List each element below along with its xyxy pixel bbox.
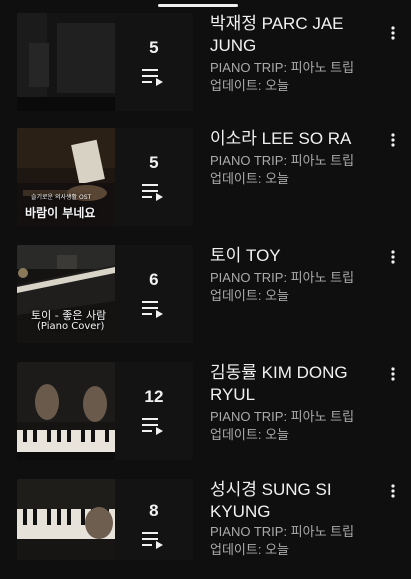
playlist-title[interactable]: 김동률 KIM DONG RYUL — [210, 362, 370, 406]
channel-name[interactable]: PIANO TRIP: 피아노 트립 — [210, 408, 380, 426]
thumbnail-overlay: 12 — [115, 362, 193, 460]
playlist-thumbnail[interactable]: 슬기로운 의사생활 OST 바람이 부네요 5 — [17, 128, 193, 226]
playlist-item[interactable]: 토이 - 좋은 사람 (Piano Cover) 6 토이 TOY PIANO … — [0, 245, 411, 345]
channel-name[interactable]: PIANO TRIP: 피아노 트립 — [210, 59, 380, 77]
video-count: 6 — [149, 270, 159, 289]
playlist-icon — [142, 418, 163, 435]
more-vert-icon — [391, 367, 395, 381]
more-vert-icon — [391, 484, 395, 498]
more-options-button[interactable] — [383, 245, 403, 269]
video-count: 8 — [149, 501, 159, 520]
playlist-item[interactable]: 12 김동률 KIM DONG RYUL PIANO TRIP: 피아노 트립 … — [0, 362, 411, 462]
playlist-title[interactable]: 성시경 SUNG SI KYUNG — [210, 479, 370, 523]
more-options-button[interactable] — [383, 479, 403, 503]
more-options-button[interactable] — [383, 128, 403, 152]
updated-label: 업데이트: 오늘 — [210, 288, 289, 303]
playlist-thumbnail[interactable]: 8 — [17, 479, 193, 560]
thumbnail-image — [17, 13, 115, 111]
playlist-title[interactable]: 토이 TOY — [210, 245, 370, 267]
thumbnail-overlay: 6 — [115, 245, 193, 343]
video-count: 5 — [149, 153, 159, 172]
thumbnail-caption: 바람이 부네요 — [25, 206, 96, 220]
more-options-button[interactable] — [383, 21, 403, 45]
updated-label: 업데이트: 오늘 — [210, 542, 289, 557]
playlist-thumbnail[interactable]: 토이 - 좋은 사람 (Piano Cover) 6 — [17, 245, 193, 343]
thumbnail-caption-sub: (Piano Cover) — [37, 321, 105, 332]
channel-name[interactable]: PIANO TRIP: 피아노 트립 — [210, 523, 380, 541]
playlist-icon — [142, 532, 163, 549]
more-vert-icon — [391, 26, 395, 40]
video-count: 12 — [144, 387, 164, 406]
updated-label: 업데이트: 오늘 — [210, 78, 289, 93]
playlist-item[interactable]: 슬기로운 의사생활 OST 바람이 부네요 5 이소라 LEE SO RA PI… — [0, 128, 411, 228]
channel-name[interactable]: PIANO TRIP: 피아노 트립 — [210, 269, 380, 287]
updated-label: 업데이트: 오늘 — [210, 171, 289, 186]
playlist-item[interactable]: 8 성시경 SUNG SI KYUNG PIANO TRIP: 피아노 트립 업… — [0, 479, 411, 579]
thumbnail-overlay: 8 — [115, 479, 193, 560]
thumbnail-image — [17, 479, 115, 560]
playlist-icon — [142, 69, 163, 86]
playlist-icon — [142, 184, 163, 201]
video-count: 5 — [149, 38, 159, 57]
thumbnail-image — [17, 362, 115, 460]
updated-label: 업데이트: 오늘 — [210, 427, 289, 442]
playlist-item[interactable]: 5 박재정 PARC JAE JUNG PIANO TRIP: 피아노 트립 업… — [0, 13, 411, 113]
thumbnail-overlay: 5 — [115, 13, 193, 111]
more-vert-icon — [391, 133, 395, 147]
more-vert-icon — [391, 250, 395, 264]
playlist-thumbnail[interactable]: 5 — [17, 13, 193, 111]
channel-name[interactable]: PIANO TRIP: 피아노 트립 — [210, 152, 380, 170]
playlist-icon — [142, 301, 163, 318]
thumbnail-caption-small: 슬기로운 의사생활 OST — [31, 194, 92, 201]
thumbnail-image: 슬기로운 의사생활 OST 바람이 부네요 — [17, 128, 115, 226]
scroll-indicator — [158, 4, 238, 7]
playlist-title[interactable]: 이소라 LEE SO RA — [210, 128, 370, 150]
more-options-button[interactable] — [383, 362, 403, 386]
thumbnail-overlay: 5 — [115, 128, 193, 226]
playlist-thumbnail[interactable]: 12 — [17, 362, 193, 460]
thumbnail-image: 토이 - 좋은 사람 (Piano Cover) — [17, 245, 115, 343]
playlist-title[interactable]: 박재정 PARC JAE JUNG — [210, 13, 370, 57]
